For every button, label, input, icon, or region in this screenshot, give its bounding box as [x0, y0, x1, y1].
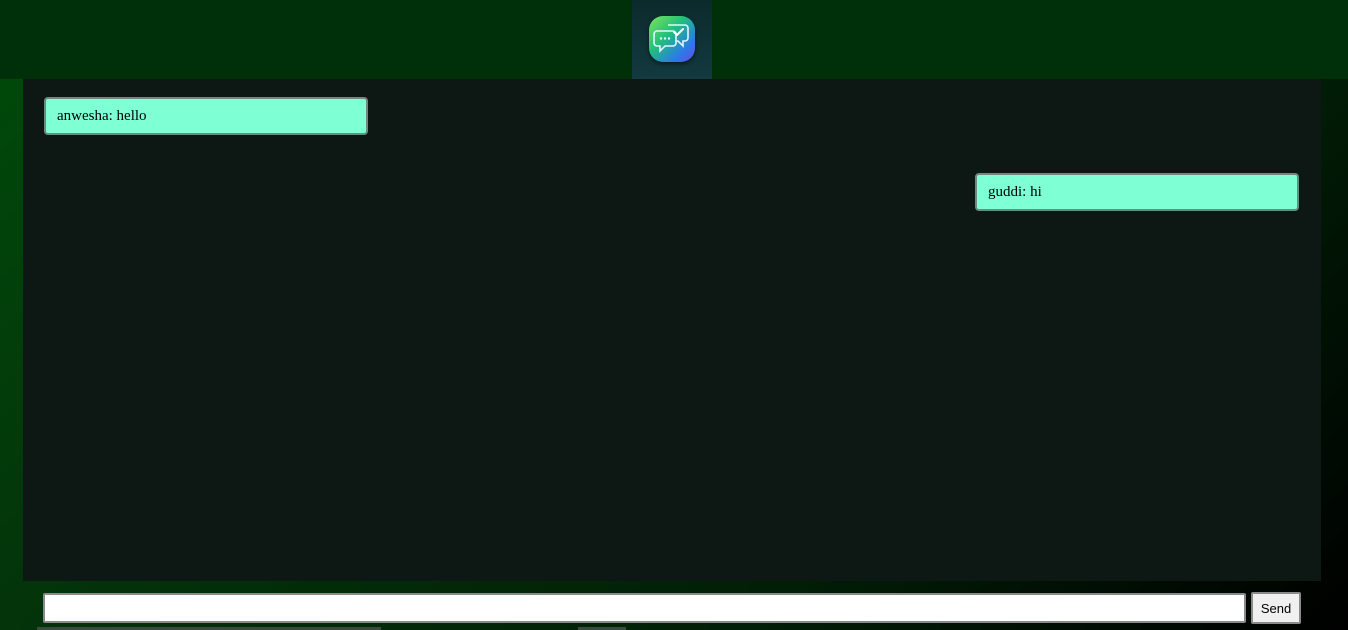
top-bar [0, 0, 1348, 79]
logo-tile [632, 0, 712, 79]
chat-message-area[interactable]: anwesha: hello guddi: hi [23, 79, 1321, 581]
chat-message-anwesha: anwesha: hello [44, 97, 368, 135]
chat-bubbles-check-icon [649, 16, 695, 62]
send-button[interactable]: Send [1251, 592, 1301, 624]
chat-message-guddi: guddi: hi [975, 173, 1299, 211]
message-input[interactable] [43, 593, 1246, 623]
